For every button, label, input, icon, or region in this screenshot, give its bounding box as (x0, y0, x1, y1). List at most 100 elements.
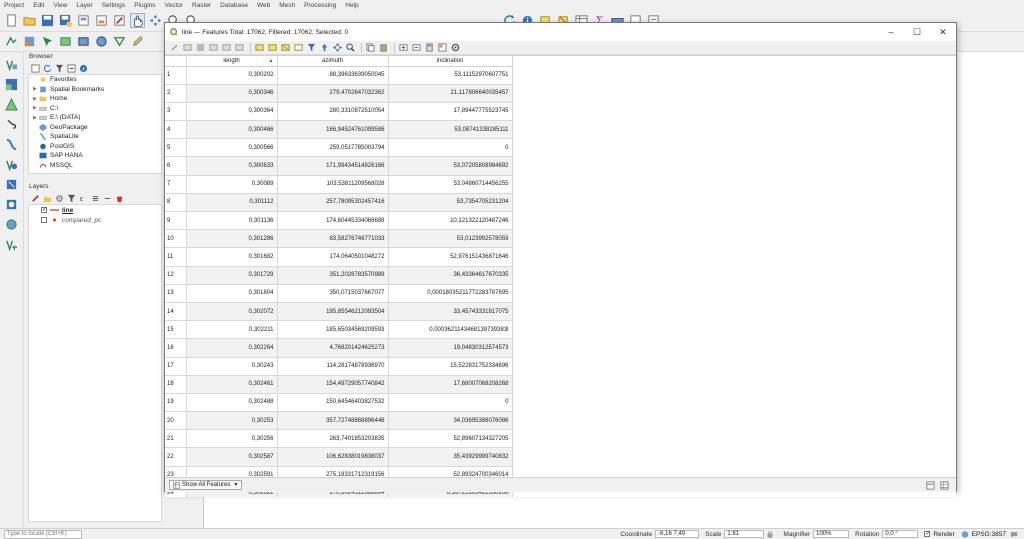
add-wfs-icon[interactable] (4, 196, 20, 212)
menu-mesh[interactable]: Mesh (279, 2, 295, 9)
table-cell-inclination[interactable]: 53,04860714456255 (388, 175, 513, 194)
table-cell-length[interactable]: 0,30253 (186, 411, 278, 431)
menu-view[interactable]: View (53, 2, 67, 9)
conditional-formatting-icon[interactable] (437, 43, 447, 53)
filter-legend-icon[interactable] (66, 193, 76, 203)
switch-table-view-icon[interactable] (940, 480, 949, 490)
pan-map-icon[interactable] (130, 13, 145, 28)
table-row[interactable]: 22 0,302587 106,62838019838037 35,439299997… (165, 447, 513, 467)
add-vector-layer-icon[interactable] (4, 34, 19, 49)
row-header[interactable]: 17 (165, 357, 187, 376)
table-cell-length[interactable]: 0,300364 (186, 102, 278, 122)
render-checkbox[interactable]: ✓ (924, 531, 930, 537)
column-header-inclination[interactable]: inclination (388, 56, 513, 67)
collapse-all-icon[interactable] (66, 63, 76, 73)
save-as-icon[interactable] (58, 13, 73, 28)
new-shapefile-icon[interactable] (76, 34, 91, 49)
refresh-browser-icon[interactable] (42, 63, 52, 73)
browser-item-spatialite[interactable]: SpatiaLite (29, 132, 161, 142)
deselect-all-icon[interactable] (293, 43, 303, 53)
add-raster-icon[interactable] (4, 76, 20, 92)
browser-item-favorites[interactable]: Favorites (29, 75, 161, 85)
table-row[interactable]: 15 0,302211 185,65034569209593 0,0003621143… (165, 320, 513, 340)
layer-item-compared-pc[interactable]: compared_pc (29, 215, 161, 225)
add-mesh-icon[interactable] (4, 96, 20, 112)
lock-scale-icon[interactable] (766, 530, 774, 538)
table-cell-azimuth[interactable]: 83,58276746771033 (277, 229, 389, 249)
add-postgis-icon[interactable] (4, 156, 20, 172)
table-cell-inclination[interactable]: 53,7354705231204 (388, 193, 513, 213)
table-cell-azimuth[interactable]: 263,7401853203835 (277, 429, 389, 449)
table-cell-azimuth[interactable]: 351,2028783570989 (277, 266, 389, 285)
row-header[interactable]: 12 (165, 266, 187, 285)
layer-visibility-checkbox[interactable] (41, 217, 47, 223)
row-header[interactable]: 16 (165, 338, 187, 358)
menu-edit[interactable]: Edit (33, 2, 44, 9)
table-cell-azimuth[interactable]: 280,3310872510054 (277, 102, 389, 122)
menu-vector[interactable]: Vector (165, 2, 183, 9)
minimize-button[interactable]: – (878, 23, 904, 41)
table-cell-azimuth[interactable]: 154,49729057740842 (277, 375, 389, 394)
table-cell-azimuth[interactable]: 106,62838019838037 (277, 447, 389, 467)
scale-field[interactable]: 1:81 (724, 530, 765, 538)
table-row[interactable]: 3 0,300364 280,3310872510054 17,89447775523… (165, 102, 513, 122)
table-row[interactable]: 8 0,301112 257,78095302457416 53,7354705231… (165, 193, 513, 213)
add-raster-layer-icon[interactable] (22, 34, 37, 49)
maximize-button[interactable]: ☐ (904, 23, 930, 41)
menu-raster[interactable]: Raster (192, 2, 211, 9)
table-row[interactable]: 4 0,300466 166,94524761099586 53,0874133828… (165, 120, 513, 140)
table-cell-length[interactable]: 0,301729 (186, 266, 278, 285)
add-mssql-icon[interactable] (4, 176, 20, 192)
table-cell-length[interactable]: 0,301804 (186, 284, 278, 303)
crs-globe-icon[interactable] (961, 530, 969, 538)
multi-edit-icon[interactable] (182, 43, 192, 53)
corner-header[interactable] (165, 56, 187, 67)
menu-layer[interactable]: Layer (76, 2, 92, 9)
table-row[interactable]: 6 0,300633 171,99434514826166 53,0720580898… (165, 156, 513, 176)
remove-layer-icon[interactable] (114, 193, 124, 203)
column-header-length[interactable]: length ▲ (186, 56, 278, 67)
table-row[interactable]: 14 0,302072 195,85546212093504 33,457433318… (165, 302, 513, 322)
table-row[interactable]: 20 0,30253 357,72748868896446 34,0369538807… (165, 411, 513, 431)
browser-item-sap-hana[interactable]: SAP HANA (29, 151, 161, 161)
add-selected-layers-icon[interactable] (30, 63, 40, 73)
move-selection-top-icon[interactable] (319, 43, 329, 53)
table-cell-azimuth[interactable]: 114,28174878936970 (277, 357, 389, 376)
digitize-icon[interactable] (40, 34, 55, 49)
layer-visibility-checkbox[interactable]: ✓ (41, 207, 47, 213)
browser-item-mssql[interactable]: MSSQL (29, 161, 161, 171)
messages-icon[interactable] (1010, 530, 1018, 538)
table-cell-inclination[interactable]: 52,976151436871646 (388, 247, 513, 267)
save-edits-icon[interactable] (195, 43, 205, 53)
table-cell-azimuth[interactable]: 174,0640501048272 (277, 247, 389, 267)
table-row[interactable]: 11 0,301682 174,0640501048272 52,9761514368… (165, 247, 513, 267)
table-cell-length[interactable]: 0,301112 (186, 193, 278, 213)
table-cell-length[interactable]: 0,302211 (186, 320, 278, 340)
pan-to-selected-icon[interactable] (332, 43, 342, 53)
table-cell-length[interactable]: 0,30256 (186, 429, 278, 449)
table-cell-length[interactable]: 0,302587 (186, 447, 278, 467)
table-cell-azimuth[interactable]: 350,0715037667077 (277, 284, 389, 303)
table-cell-inclination[interactable]: 17,68007068208268 (388, 375, 513, 394)
table-cell-inclination[interactable]: 52,89607134327205 (388, 429, 513, 449)
table-cell-length[interactable]: 0,301286 (186, 229, 278, 249)
table-cell-azimuth[interactable]: 257,78095302457416 (277, 193, 389, 213)
magnifier-field[interactable]: 100% (813, 530, 850, 538)
table-cell-azimuth[interactable]: 174,60445334066688 (277, 211, 389, 231)
switch-form-view-icon[interactable] (926, 480, 935, 490)
row-header[interactable]: 7 (165, 175, 187, 194)
add-delimited-text-icon[interactable] (4, 116, 20, 132)
layout-manager-icon[interactable] (94, 13, 109, 28)
browser-item-home[interactable]: ▶ Home (29, 94, 161, 104)
row-header[interactable]: 14 (165, 302, 187, 322)
table-row[interactable]: 18 0,302461 154,49729057740842 17,680070682… (165, 375, 513, 394)
filter-browser-icon[interactable] (54, 63, 64, 73)
table-row[interactable]: 16 0,302264 4,768201424625273 19,0483031257… (165, 338, 513, 358)
table-cell-inclination[interactable]: 0 (388, 138, 513, 158)
row-header[interactable]: 5 (165, 138, 187, 158)
table-cell-inclination[interactable]: 15,522831752334696 (388, 357, 513, 376)
table-cell-inclination[interactable]: 17,89447775523745 (388, 102, 513, 122)
edit-pencil-icon[interactable] (130, 34, 145, 49)
filter-by-expression-icon[interactable]: ε (78, 193, 88, 203)
table-cell-inclination[interactable]: 33,45743331817075 (388, 302, 513, 322)
